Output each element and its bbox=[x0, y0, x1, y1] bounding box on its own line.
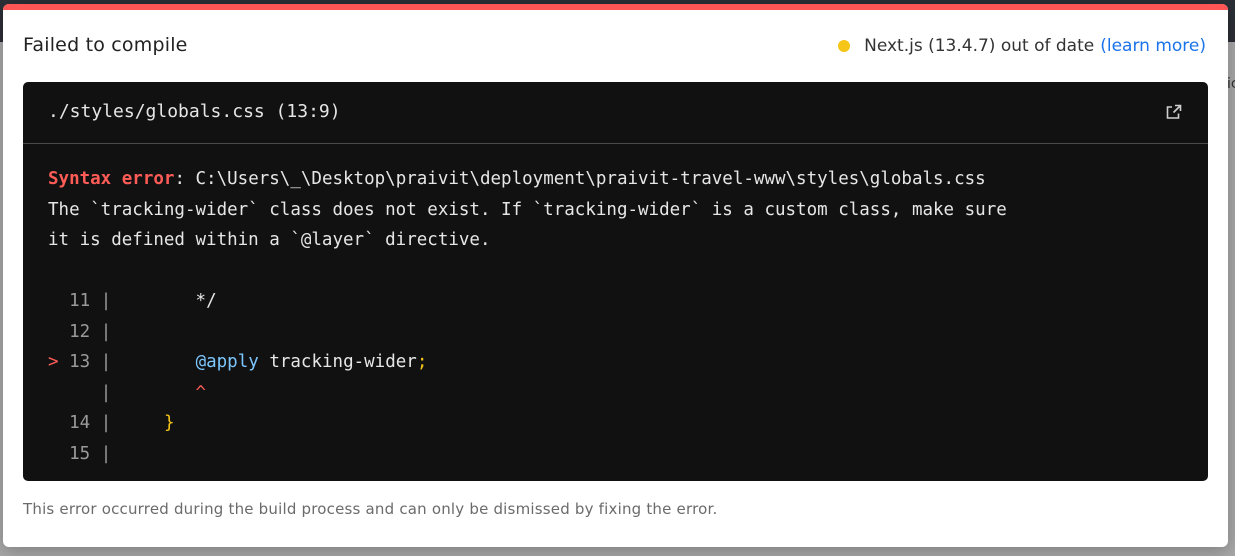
caret-line: | ^ bbox=[48, 378, 1188, 409]
error-line: Syntax error: C:\Users\_\Desktop\praivit… bbox=[48, 164, 1188, 195]
code-line: 11 | */ bbox=[48, 286, 1188, 317]
file-path-link[interactable]: ./styles/globals.css (13:9) bbox=[48, 101, 341, 122]
semicolon: ; bbox=[416, 352, 428, 372]
line-number: 12 bbox=[69, 321, 91, 342]
gutter-pipe: | bbox=[100, 443, 112, 464]
code-line: 12 | bbox=[48, 317, 1188, 348]
error-label: Syntax error bbox=[48, 169, 175, 189]
version-info: Next.js (13.4.7) out of date (learn more… bbox=[838, 36, 1206, 56]
gutter-pipe: | bbox=[100, 352, 112, 372]
code-panel: ./styles/globals.css (13:9) Syntax error… bbox=[23, 82, 1208, 481]
learn-more-link[interactable]: (learn more) bbox=[1100, 36, 1206, 56]
line-number: 15 bbox=[69, 443, 91, 464]
code-body: Syntax error: C:\Users\_\Desktop\praivit… bbox=[48, 164, 1188, 469]
apply-keyword: @apply bbox=[195, 352, 259, 372]
status-dot-icon bbox=[838, 40, 851, 52]
error-caret: ^ bbox=[195, 382, 207, 403]
open-external-icon[interactable] bbox=[1166, 104, 1182, 120]
gutter-pipe: | bbox=[100, 382, 112, 403]
code-text: tracking-wider bbox=[258, 352, 417, 372]
line-marker: > bbox=[48, 352, 59, 372]
gutter-pipe: | bbox=[100, 321, 112, 342]
code-line: 15 | bbox=[48, 439, 1188, 470]
code-text: */ bbox=[121, 291, 217, 311]
line-number: 11 bbox=[69, 291, 91, 311]
error-accent-bar bbox=[3, 4, 1228, 10]
gutter-pipe: | bbox=[100, 291, 112, 311]
code-line-highlighted: > 13 | @apply tracking-wider; bbox=[48, 347, 1188, 378]
file-header: ./styles/globals.css (13:9) bbox=[23, 82, 1208, 144]
dialog-title: Failed to compile bbox=[23, 34, 188, 56]
version-text: Next.js (13.4.7) out of date bbox=[864, 36, 1095, 56]
closing-brace: } bbox=[163, 413, 175, 433]
error-dialog: Failed to compile Next.js (13.4.7) out o… bbox=[3, 4, 1228, 547]
code-line: 14 | } bbox=[48, 408, 1188, 439]
line-number: 14 bbox=[69, 413, 91, 433]
footer-note: This error occurred during the build pro… bbox=[23, 500, 718, 518]
error-message-line: The `tracking-wider` class does not exis… bbox=[48, 199, 1007, 220]
error-path: : C:\Users\_\Desktop\praivit\deployment\… bbox=[174, 169, 986, 189]
line-number: 13 bbox=[69, 352, 91, 372]
gutter-pipe: | bbox=[100, 413, 112, 433]
error-message-line: it is defined within a `@layer` directiv… bbox=[48, 230, 491, 250]
backdrop-peek-text: ic bbox=[1227, 76, 1235, 92]
